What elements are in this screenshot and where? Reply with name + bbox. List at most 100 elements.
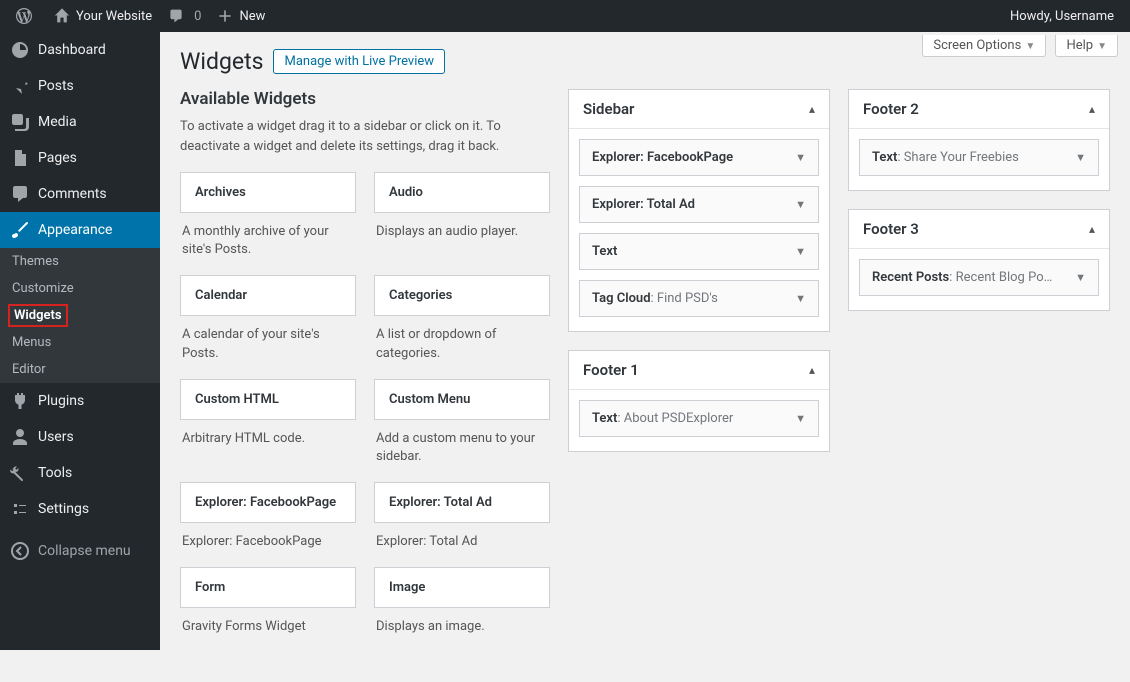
chevron-down-icon: ▼ <box>1097 41 1107 52</box>
placed-widget[interactable]: Tag Cloud: Find PSD's ▼ <box>579 280 819 317</box>
placed-widget[interactable]: Recent Posts: Recent Blog Po… ▼ <box>859 259 1099 296</box>
area-title: Footer 1 <box>583 361 809 379</box>
menu-pages[interactable]: Pages <box>0 140 160 176</box>
user-greeting[interactable]: Howdy, Username <box>1002 0 1122 32</box>
widget-area-sidebar: Sidebar ▴ Explorer: FacebookPage▼Explore… <box>568 89 830 332</box>
chevron-down-icon: ▼ <box>795 292 806 305</box>
submenu-widgets[interactable]: Widgets <box>8 304 68 327</box>
site-name-link[interactable]: Your Website <box>46 0 160 32</box>
placed-widget-title: Tag Cloud: Find PSD's <box>592 291 718 306</box>
area-toggle-footer1[interactable]: Footer 1 ▴ <box>569 351 829 390</box>
chevron-up-icon: ▴ <box>809 363 815 377</box>
available-widget[interactable]: Custom Menu <box>374 379 550 420</box>
area-toggle-sidebar[interactable]: Sidebar ▴ <box>569 90 829 129</box>
placed-widget[interactable]: Explorer: FacebookPage ▼ <box>579 139 819 176</box>
placed-widget-title: Text: About PSDExplorer <box>592 411 733 426</box>
help-button[interactable]: Help ▼ <box>1055 35 1118 57</box>
available-widget[interactable]: Explorer: Total Ad <box>374 482 550 523</box>
menu-posts[interactable]: Posts <box>0 68 160 104</box>
chevron-down-icon: ▼ <box>795 198 806 211</box>
menu-plugins-label: Plugins <box>38 393 84 409</box>
placed-widget[interactable]: Text: About PSDExplorer ▼ <box>579 400 819 437</box>
menu-comments[interactable]: Comments <box>0 176 160 212</box>
home-icon <box>54 8 70 24</box>
menu-settings[interactable]: Settings <box>0 491 160 527</box>
chevron-down-icon: ▼ <box>1025 41 1035 52</box>
page-icon <box>10 148 30 168</box>
new-content[interactable]: New <box>209 0 273 32</box>
chevron-down-icon: ▼ <box>795 151 806 164</box>
comments-count: 0 <box>194 9 201 24</box>
collapse-menu[interactable]: Collapse menu <box>0 533 160 569</box>
comments-bubble[interactable]: 0 <box>160 0 209 32</box>
menu-appearance[interactable]: Appearance <box>0 212 160 248</box>
available-widget[interactable]: Image <box>374 567 550 608</box>
placed-widget-title: Recent Posts: Recent Blog Po… <box>872 270 1052 285</box>
menu-comments-label: Comments <box>38 186 107 202</box>
placed-widget[interactable]: Text: Share Your Freebies▼ <box>859 139 1099 176</box>
chevron-up-icon: ▴ <box>809 102 815 116</box>
screen-options-button[interactable]: Screen Options ▼ <box>922 35 1046 57</box>
menu-dashboard[interactable]: Dashboard <box>0 32 160 68</box>
site-name-label: Your Website <box>76 9 152 24</box>
widget-area-footer1: Footer 1 ▴ Text: About PSDExplorer ▼ <box>568 350 830 452</box>
placed-widget[interactable]: Text▼ <box>579 233 819 270</box>
widget-desc: A monthly archive of your site's Posts. <box>180 213 356 275</box>
wp-logo[interactable] <box>8 0 46 32</box>
pin-icon <box>10 76 30 96</box>
howdy-label: Howdy, Username <box>1010 9 1114 24</box>
submenu-editor[interactable]: Editor <box>0 356 160 383</box>
available-desc: To activate a widget drag it to a sideba… <box>180 117 550 156</box>
menu-settings-label: Settings <box>38 501 89 517</box>
chevron-down-icon: ▼ <box>795 412 806 425</box>
dashboard-icon <box>10 40 30 60</box>
available-widget[interactable]: Form <box>180 567 356 608</box>
area-toggle-footer2[interactable]: Footer 2 ▴ <box>849 90 1109 129</box>
widget-desc: Displays an audio player. <box>374 213 550 257</box>
user-icon <box>10 427 30 447</box>
area-title: Sidebar <box>583 100 809 118</box>
placed-widget[interactable]: Explorer: Total Ad ▼ <box>579 186 819 223</box>
available-widget[interactable]: Audio <box>374 172 550 213</box>
menu-appearance-label: Appearance <box>38 222 112 238</box>
placed-widget-title: Explorer: FacebookPage <box>592 150 733 165</box>
placed-widget-title: Text: Share Your Freebies <box>872 150 1019 165</box>
widget-desc: A calendar of your site's Posts. <box>180 316 356 378</box>
menu-pages-label: Pages <box>38 150 77 166</box>
new-label: New <box>239 9 265 24</box>
appearance-submenu: Themes Customize Widgets Menus Editor <box>0 248 160 383</box>
submenu-themes[interactable]: Themes <box>0 248 160 275</box>
area-toggle-footer3[interactable]: Footer 3 ▴ <box>849 210 1109 249</box>
chevron-down-icon: ▼ <box>1075 271 1086 284</box>
widget-desc: Add a custom menu to your sidebar. <box>374 420 550 482</box>
screen-options-label: Screen Options <box>933 38 1021 53</box>
wrench-icon <box>10 463 30 483</box>
submenu-menus[interactable]: Menus <box>0 329 160 356</box>
comment-icon <box>10 184 30 204</box>
available-widget[interactable]: Archives <box>180 172 356 213</box>
available-widget[interactable]: Explorer: FacebookPage <box>180 482 356 523</box>
available-widget[interactable]: Custom HTML <box>180 379 356 420</box>
menu-posts-label: Posts <box>38 78 74 94</box>
media-icon <box>10 112 30 132</box>
menu-tools[interactable]: Tools <box>0 455 160 491</box>
widget-desc: Arbitrary HTML code. <box>180 420 356 464</box>
widget-desc: A list or dropdown of categories. <box>374 316 550 378</box>
submenu-customize[interactable]: Customize <box>0 275 160 302</box>
available-widget[interactable]: Categories <box>374 275 550 316</box>
plus-icon <box>217 8 233 24</box>
live-preview-button[interactable]: Manage with Live Preview <box>273 49 445 74</box>
widget-desc: Explorer: Total Ad <box>374 523 550 567</box>
area-title: Footer 2 <box>863 100 1089 118</box>
placed-widget-title: Explorer: Total Ad <box>592 197 695 212</box>
menu-plugins[interactable]: Plugins <box>0 383 160 419</box>
menu-media[interactable]: Media <box>0 104 160 140</box>
chevron-down-icon: ▼ <box>795 245 806 258</box>
menu-users[interactable]: Users <box>0 419 160 455</box>
widget-desc: Explorer: FacebookPage <box>180 523 356 567</box>
menu-tools-label: Tools <box>38 465 72 481</box>
collapse-label: Collapse menu <box>38 543 131 559</box>
available-widget[interactable]: Calendar <box>180 275 356 316</box>
page-title: Widgets <box>180 48 263 75</box>
help-label: Help <box>1066 38 1093 53</box>
